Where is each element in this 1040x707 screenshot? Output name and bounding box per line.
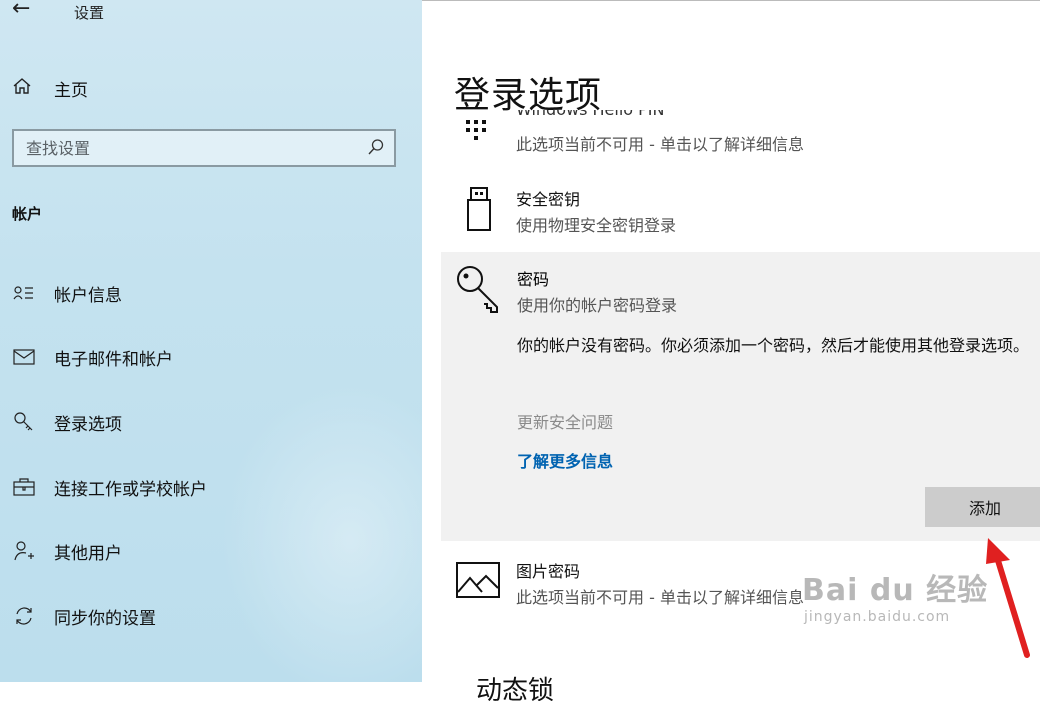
sidebar-item-account-info[interactable]: 帐户信息	[12, 276, 412, 310]
home-label: 主页	[54, 80, 88, 101]
sidebar-item-label: 帐户信息	[54, 285, 122, 306]
option-pin[interactable]: 此选项当前不可用 - 单击以了解详细信息	[440, 112, 1040, 162]
sidebar-item-sync-settings[interactable]: 同步你的设置	[12, 599, 412, 633]
add-person-icon	[12, 540, 36, 562]
sidebar: ← 设置 主页 帐户 帐户信息 电子邮件和帐户 登录选项	[0, 0, 422, 682]
sidebar-item-sign-in-options[interactable]: 登录选项	[12, 405, 412, 439]
option-title: 图片密码	[516, 562, 581, 581]
person-card-icon	[12, 282, 36, 304]
dynamic-lock-heading: 动态锁	[476, 676, 555, 706]
sidebar-item-label: 同步你的设置	[54, 608, 156, 629]
top-divider	[422, 0, 1040, 1]
usb-key-icon	[466, 186, 492, 236]
home-icon	[12, 76, 32, 100]
search-box[interactable]	[12, 129, 396, 167]
sidebar-item-email-accounts[interactable]: 电子邮件和帐户	[12, 340, 412, 374]
key-icon	[12, 411, 36, 433]
add-password-button[interactable]: 添加	[925, 487, 1040, 527]
learn-more-link[interactable]: 了解更多信息	[517, 448, 613, 472]
option-security-key[interactable]: 安全密钥 使用物理安全密钥登录	[440, 180, 1040, 240]
option-desc: 使用你的帐户密码登录	[517, 296, 678, 315]
window-title: 设置	[74, 4, 105, 22]
briefcase-icon	[12, 476, 36, 498]
option-desc: 此选项当前不可用 - 单击以了解详细信息	[516, 135, 804, 154]
mail-icon	[12, 346, 36, 368]
sidebar-item-label: 登录选项	[54, 414, 122, 435]
update-security-questions-link[interactable]: 更新安全问题	[517, 409, 613, 433]
password-message: 你的帐户没有密码。你必须添加一个密码，然后才能使用其他登录选项。	[517, 336, 1030, 355]
back-arrow-icon[interactable]: ←	[12, 0, 30, 21]
search-icon[interactable]	[366, 137, 386, 161]
key-icon	[455, 264, 503, 318]
option-picture-password[interactable]: 图片密码 此选项当前不可用 - 单击以了解详细信息	[440, 552, 1040, 612]
picture-icon	[456, 562, 500, 602]
title-bar: ← 设置	[0, 0, 422, 28]
sidebar-item-work-school[interactable]: 连接工作或学校帐户	[12, 470, 412, 504]
search-input[interactable]	[14, 131, 354, 165]
sidebar-item-label: 电子邮件和帐户	[54, 349, 173, 370]
section-title: 帐户	[12, 205, 43, 223]
option-title: 安全密钥	[516, 190, 581, 209]
sidebar-item-label: 连接工作或学校帐户	[54, 479, 207, 500]
password-panel[interactable]: 密码 使用你的帐户密码登录 你的帐户没有密码。你必须添加一个密码，然后才能使用其…	[441, 252, 1040, 541]
main-content: 登录选项 Windows Hello PIN 此选项当前不可用 - 单击以了解详…	[422, 0, 1040, 701]
option-title: 密码	[517, 270, 550, 289]
red-arrow-annotation	[986, 538, 1030, 658]
keypad-icon	[464, 118, 488, 148]
option-desc: 使用物理安全密钥登录	[516, 216, 677, 235]
sidebar-item-other-users[interactable]: 其他用户	[12, 534, 412, 568]
home-nav-item[interactable]: 主页	[12, 74, 88, 102]
sync-icon	[12, 605, 36, 627]
sidebar-item-label: 其他用户	[54, 543, 122, 564]
option-desc: 此选项当前不可用 - 单击以了解详细信息	[516, 588, 804, 607]
